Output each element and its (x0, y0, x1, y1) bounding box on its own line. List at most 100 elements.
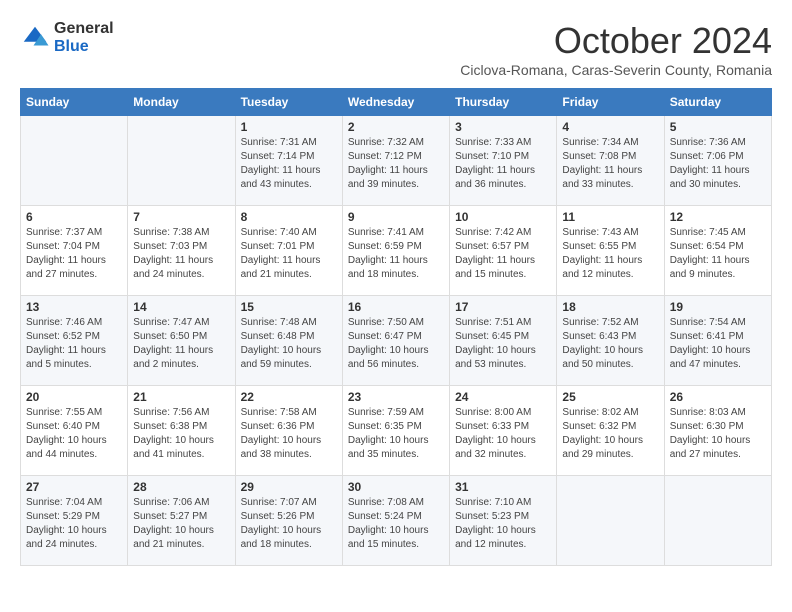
day-info: Sunrise: 8:03 AMSunset: 6:30 PMDaylight:… (670, 406, 766, 462)
calendar-cell: 13 Sunrise: 7:46 AMSunset: 6:52 PMDayligh… (21, 296, 128, 386)
day-number: 28 (133, 480, 229, 494)
calendar-cell: 30 Sunrise: 7:08 AMSunset: 5:24 PMDayligh… (342, 476, 449, 566)
day-number: 1 (241, 120, 337, 134)
day-info: Sunrise: 7:59 AMSunset: 6:35 PMDaylight:… (348, 406, 444, 462)
weekday-header-row: SundayMondayTuesdayWednesdayThursdayFrid… (21, 89, 772, 116)
calendar-cell: 5 Sunrise: 7:36 AMSunset: 7:06 PMDaylight… (664, 116, 771, 206)
day-number: 22 (241, 390, 337, 404)
calendar-cell: 25 Sunrise: 8:02 AMSunset: 6:32 PMDayligh… (557, 386, 664, 476)
day-number: 4 (562, 120, 658, 134)
day-info: Sunrise: 7:45 AMSunset: 6:54 PMDaylight:… (670, 226, 766, 282)
day-number: 27 (26, 480, 122, 494)
day-info: Sunrise: 7:07 AMSunset: 5:26 PMDaylight:… (241, 496, 337, 552)
weekday-header-wednesday: Wednesday (342, 89, 449, 116)
calendar-cell: 21 Sunrise: 7:56 AMSunset: 6:38 PMDayligh… (128, 386, 235, 476)
day-number: 8 (241, 210, 337, 224)
day-info: Sunrise: 7:38 AMSunset: 7:03 PMDaylight:… (133, 226, 229, 282)
day-info: Sunrise: 7:40 AMSunset: 7:01 PMDaylight:… (241, 226, 337, 282)
day-number: 14 (133, 300, 229, 314)
day-info: Sunrise: 7:04 AMSunset: 5:29 PMDaylight:… (26, 496, 122, 552)
day-info: Sunrise: 7:50 AMSunset: 6:47 PMDaylight:… (348, 316, 444, 372)
calendar-cell: 22 Sunrise: 7:58 AMSunset: 6:36 PMDayligh… (235, 386, 342, 476)
calendar-cell: 14Sunrise: 7:47 AMSunset: 6:50 PMDayligh… (128, 296, 235, 386)
day-info: Sunrise: 7:46 AMSunset: 6:52 PMDaylight:… (26, 316, 122, 372)
title-section: October 2024 Ciclova-Romana, Caras-Sever… (460, 20, 772, 78)
week-row-5: 27 Sunrise: 7:04 AMSunset: 5:29 PMDayligh… (21, 476, 772, 566)
day-info: Sunrise: 7:55 AMSunset: 6:40 PMDaylight:… (26, 406, 122, 462)
week-row-4: 20Sunrise: 7:55 AMSunset: 6:40 PMDayligh… (21, 386, 772, 476)
logo: General Blue (20, 20, 114, 55)
weekday-header-sunday: Sunday (21, 89, 128, 116)
day-number: 11 (562, 210, 658, 224)
day-info: Sunrise: 7:32 AMSunset: 7:12 PMDaylight:… (348, 136, 444, 192)
weekday-header-monday: Monday (128, 89, 235, 116)
calendar-cell: 16Sunrise: 7:50 AMSunset: 6:47 PMDayligh… (342, 296, 449, 386)
month-title: October 2024 (460, 20, 772, 62)
day-info: Sunrise: 7:58 AMSunset: 6:36 PMDaylight:… (241, 406, 337, 462)
calendar-cell (664, 476, 771, 566)
day-number: 25 (562, 390, 658, 404)
day-number: 24 (455, 390, 551, 404)
weekday-header-saturday: Saturday (664, 89, 771, 116)
day-info: Sunrise: 7:34 AMSunset: 7:08 PMDaylight:… (562, 136, 658, 192)
day-info: Sunrise: 7:33 AMSunset: 7:10 PMDaylight:… (455, 136, 551, 192)
logo-text: General Blue (54, 20, 114, 55)
day-number: 18 (562, 300, 658, 314)
day-number: 10 (455, 210, 551, 224)
week-row-1: 1Sunrise: 7:31 AMSunset: 7:14 PMDaylight… (21, 116, 772, 206)
calendar-cell: 12Sunrise: 7:45 AMSunset: 6:54 PMDayligh… (664, 206, 771, 296)
calendar-cell: 17Sunrise: 7:51 AMSunset: 6:45 PMDayligh… (450, 296, 557, 386)
calendar-cell: 7Sunrise: 7:38 AMSunset: 7:03 PMDaylight… (128, 206, 235, 296)
day-number: 15 (241, 300, 337, 314)
calendar-cell: 11 Sunrise: 7:43 AMSunset: 6:55 PMDayligh… (557, 206, 664, 296)
calendar-cell: 9 Sunrise: 7:41 AMSunset: 6:59 PMDaylight… (342, 206, 449, 296)
calendar-cell: 6 Sunrise: 7:37 AMSunset: 7:04 PMDaylight… (21, 206, 128, 296)
calendar-cell: 18 Sunrise: 7:52 AMSunset: 6:43 PMDayligh… (557, 296, 664, 386)
calendar-cell: 4 Sunrise: 7:34 AMSunset: 7:08 PMDaylight… (557, 116, 664, 206)
weekday-header-friday: Friday (557, 89, 664, 116)
day-info: Sunrise: 7:10 AMSunset: 5:23 PMDaylight:… (455, 496, 551, 552)
day-number: 3 (455, 120, 551, 134)
week-row-3: 13 Sunrise: 7:46 AMSunset: 6:52 PMDayligh… (21, 296, 772, 386)
calendar-cell: 10 Sunrise: 7:42 AMSunset: 6:57 PMDayligh… (450, 206, 557, 296)
day-number: 19 (670, 300, 766, 314)
location-subtitle: Ciclova-Romana, Caras-Severin County, Ro… (460, 62, 772, 78)
calendar-cell: 27 Sunrise: 7:04 AMSunset: 5:29 PMDayligh… (21, 476, 128, 566)
day-info: Sunrise: 7:36 AMSunset: 7:06 PMDaylight:… (670, 136, 766, 192)
logo-icon (20, 23, 50, 53)
calendar-cell: 24 Sunrise: 8:00 AMSunset: 6:33 PMDayligh… (450, 386, 557, 476)
day-number: 29 (241, 480, 337, 494)
calendar-cell: 1Sunrise: 7:31 AMSunset: 7:14 PMDaylight… (235, 116, 342, 206)
day-info: Sunrise: 7:52 AMSunset: 6:43 PMDaylight:… (562, 316, 658, 372)
logo-general: General (54, 20, 114, 38)
calendar-table: SundayMondayTuesdayWednesdayThursdayFrid… (20, 88, 772, 566)
day-info: Sunrise: 8:02 AMSunset: 6:32 PMDaylight:… (562, 406, 658, 462)
day-number: 23 (348, 390, 444, 404)
calendar-cell: 23 Sunrise: 7:59 AMSunset: 6:35 PMDayligh… (342, 386, 449, 476)
day-info: Sunrise: 7:08 AMSunset: 5:24 PMDaylight:… (348, 496, 444, 552)
day-info: Sunrise: 7:54 AMSunset: 6:41 PMDaylight:… (670, 316, 766, 372)
calendar-cell: 29 Sunrise: 7:07 AMSunset: 5:26 PMDayligh… (235, 476, 342, 566)
day-number: 13 (26, 300, 122, 314)
day-info: Sunrise: 7:41 AMSunset: 6:59 PMDaylight:… (348, 226, 444, 282)
day-info: Sunrise: 7:43 AMSunset: 6:55 PMDaylight:… (562, 226, 658, 282)
day-info: Sunrise: 7:37 AMSunset: 7:04 PMDaylight:… (26, 226, 122, 282)
calendar-cell: 20Sunrise: 7:55 AMSunset: 6:40 PMDayligh… (21, 386, 128, 476)
day-number: 9 (348, 210, 444, 224)
calendar-cell: 28Sunrise: 7:06 AMSunset: 5:27 PMDayligh… (128, 476, 235, 566)
day-number: 6 (26, 210, 122, 224)
calendar-cell: 3 Sunrise: 7:33 AMSunset: 7:10 PMDaylight… (450, 116, 557, 206)
calendar-cell (557, 476, 664, 566)
day-number: 30 (348, 480, 444, 494)
day-number: 2 (348, 120, 444, 134)
day-info: Sunrise: 7:42 AMSunset: 6:57 PMDaylight:… (455, 226, 551, 282)
day-info: Sunrise: 8:00 AMSunset: 6:33 PMDaylight:… (455, 406, 551, 462)
day-info: Sunrise: 7:56 AMSunset: 6:38 PMDaylight:… (133, 406, 229, 462)
day-number: 31 (455, 480, 551, 494)
day-number: 21 (133, 390, 229, 404)
weekday-header-tuesday: Tuesday (235, 89, 342, 116)
day-number: 26 (670, 390, 766, 404)
day-number: 5 (670, 120, 766, 134)
weekday-header-thursday: Thursday (450, 89, 557, 116)
calendar-cell (128, 116, 235, 206)
